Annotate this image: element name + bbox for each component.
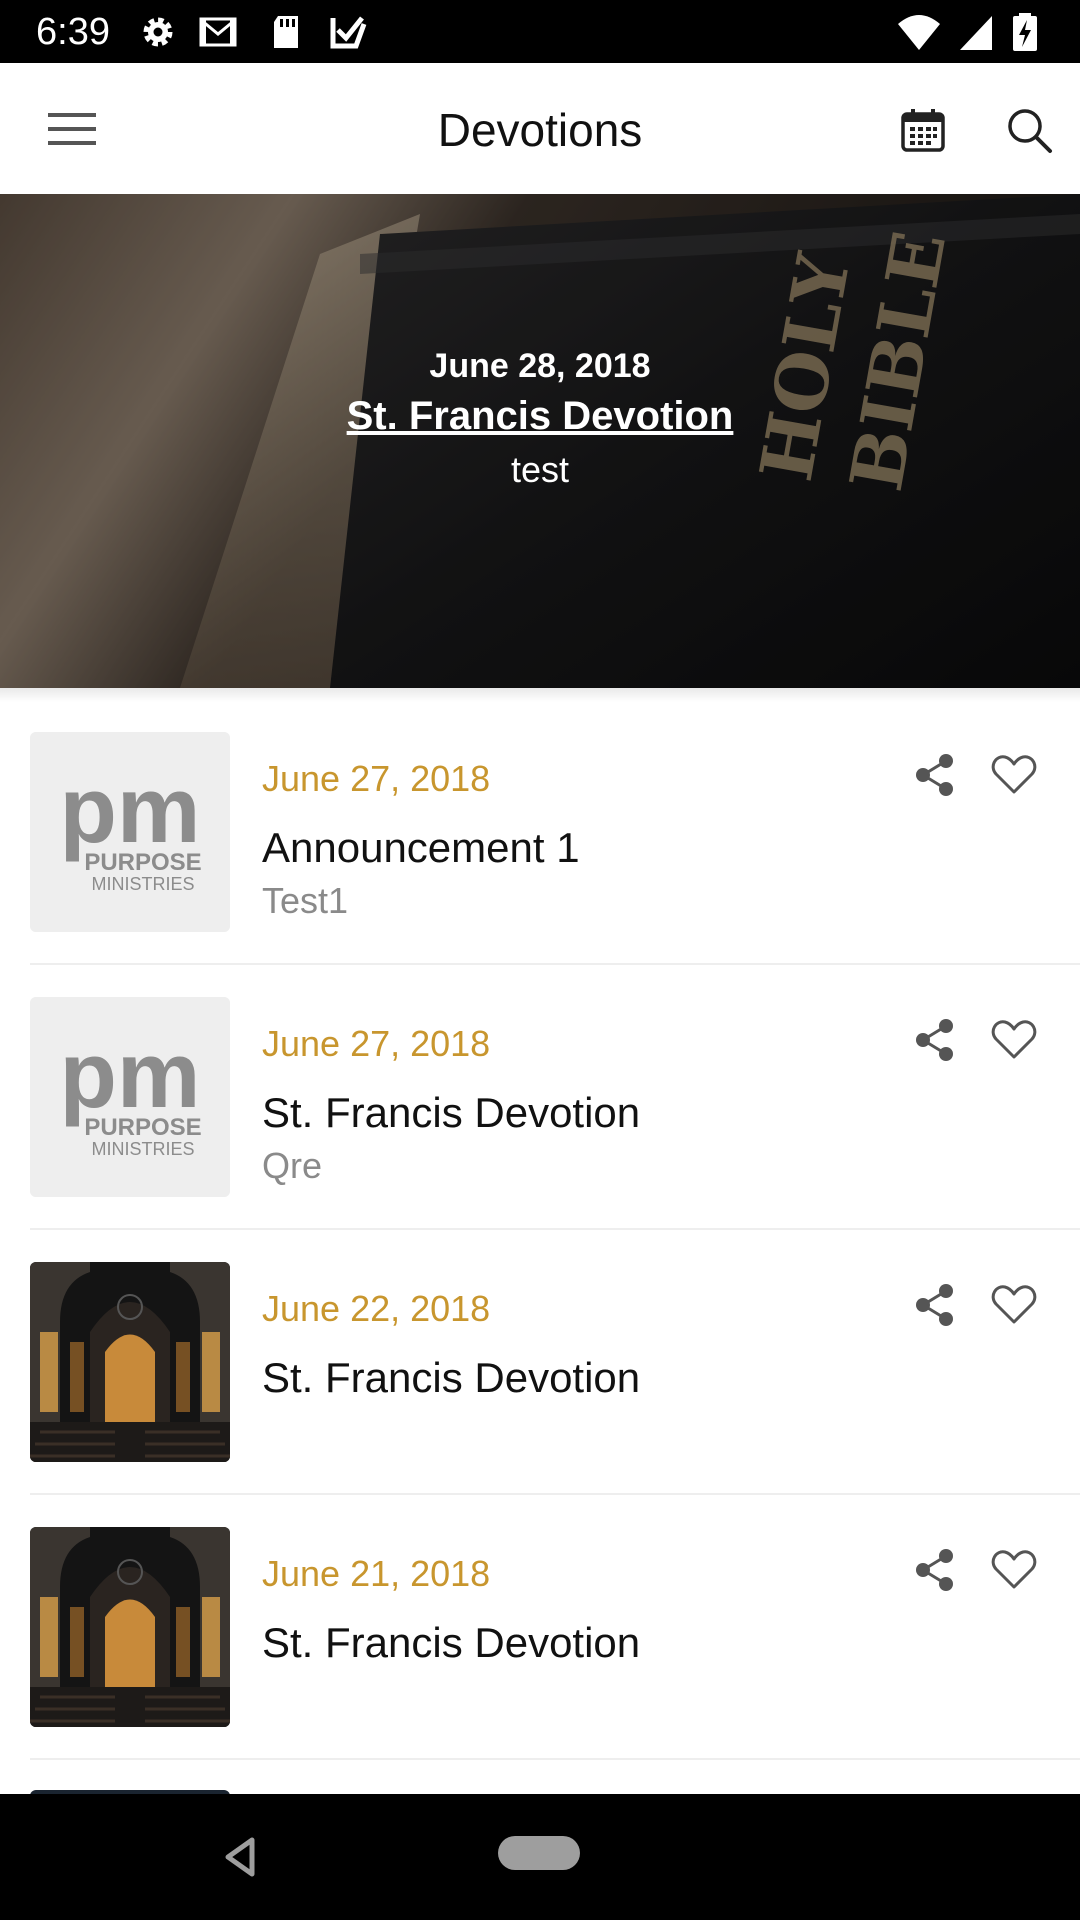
devotion-list-item[interactable]: June 21, 2018 St. Francis Devotion [0,1495,1080,1760]
featured-devotion-banner[interactable]: HOLY BIBLE June 28, 2018 St. Francis Dev… [0,194,1080,688]
hero-date: June 28, 2018 [429,347,651,385]
item-title: St. Francis Devotion [262,1089,641,1136]
heart-icon[interactable] [990,1547,1038,1593]
item-title: St. Francis Devotion [262,1619,641,1666]
church-interior-photo [30,1262,230,1462]
sd-card-icon [274,16,298,48]
status-bar: 6:39 [0,0,1080,63]
search-icon[interactable] [1004,105,1054,155]
row-separator [30,1758,1080,1760]
app-bar: Devotions [0,63,1080,194]
share-icon[interactable] [912,1017,958,1063]
purpose-ministries-logo: pm PURPOSE MINISTRIES [30,732,230,932]
item-date: June 27, 2018 [262,758,491,799]
svg-text:pm: pm [60,1022,201,1127]
system-navigation-bar [0,1794,1080,1920]
item-subtitle: Qre [262,1145,323,1186]
battery-charging-icon [1013,13,1037,51]
calendar-icon[interactable] [898,105,948,155]
svg-text:PURPOSE: PURPOSE [84,849,201,876]
item-title: Announcement 1 [262,824,580,871]
status-time: 6:39 [36,11,110,53]
devotion-list-item[interactable]: pm PURPOSE MINISTRIES June 27, 2018 Anno… [0,700,1080,965]
item-title: St. Francis Devotion [262,1354,641,1401]
wifi-icon [898,15,940,50]
heart-icon[interactable] [990,752,1038,798]
share-icon[interactable] [912,1547,958,1593]
item-date: June 22, 2018 [262,1288,491,1329]
heart-icon[interactable] [990,1282,1038,1328]
hero-text-block: June 28, 2018 St. Francis Devotion test [240,344,840,496]
gear-icon [143,17,173,47]
heart-icon[interactable] [990,1017,1038,1063]
church-interior-photo [30,1527,230,1727]
devotions-screen: 6:39 Devotions HOLY BIBLE June 28, 2018 … [0,0,1080,1920]
home-pill-button[interactable] [498,1836,580,1870]
purpose-ministries-logo: pm PURPOSE MINISTRIES [30,997,230,1197]
hero-title[interactable]: St. Francis Devotion [240,388,840,444]
cell-signal-icon [960,16,992,50]
item-date: June 27, 2018 [262,1023,491,1064]
svg-text:PURPOSE: PURPOSE [84,1114,201,1141]
item-date: June 21, 2018 [262,1553,491,1594]
back-triangle-icon[interactable] [220,1834,260,1880]
share-icon[interactable] [912,752,958,798]
item-subtitle: Test1 [262,880,349,921]
gmail-icon [199,17,237,47]
svg-text:pm: pm [60,757,201,862]
devotion-list-item[interactable]: pm PURPOSE MINISTRIES June 27, 2018 St. … [0,965,1080,1230]
devotion-list-item[interactable]: June 22, 2018 St. Francis Devotion [0,1230,1080,1495]
share-icon[interactable] [912,1282,958,1328]
task-check-icon [330,16,367,49]
svg-text:MINISTRIES: MINISTRIES [91,874,194,894]
hero-subtitle: test [510,449,570,490]
svg-text:MINISTRIES: MINISTRIES [91,1139,194,1159]
